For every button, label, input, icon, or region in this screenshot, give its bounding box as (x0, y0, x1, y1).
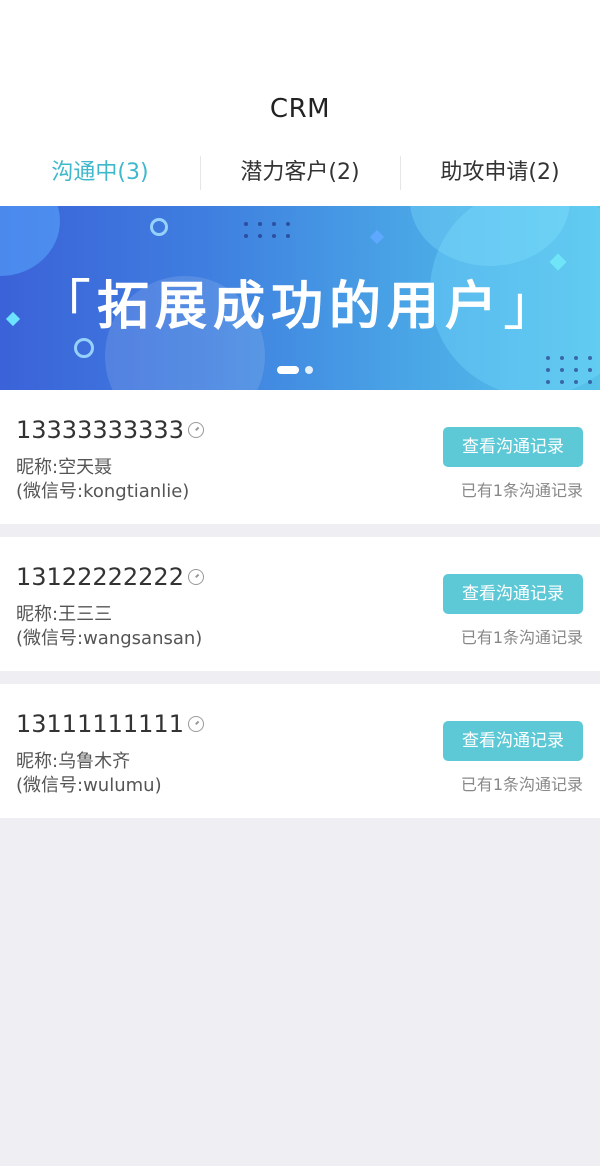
banner-headline: 「拓展成功的用户」 (0, 261, 600, 340)
banner-ring-decoration (150, 218, 168, 236)
contact-phone: 13333333333 (16, 416, 204, 444)
clock-icon (187, 569, 204, 585)
contact-card[interactable]: 13122222222 昵称:王三三 (微信号:wangsansan) 查看沟通… (0, 537, 600, 671)
contact-nickname: 昵称:乌鲁木齐 (16, 751, 131, 772)
clock-icon (187, 422, 204, 438)
view-records-button[interactable]: 查看沟通记录 (443, 574, 583, 614)
contact-phone-number: 13111111111 (16, 710, 184, 738)
banner-bracket-open: 「 (36, 274, 97, 337)
carousel-dot[interactable] (305, 366, 313, 374)
banner-dots-decoration (546, 356, 592, 384)
contact-phone-number: 13333333333 (16, 416, 184, 444)
contact-phone: 13111111111 (16, 710, 204, 738)
banner-dots-decoration (244, 222, 290, 238)
promo-banner[interactable]: 「拓展成功的用户」 (0, 206, 600, 390)
view-records-button[interactable]: 查看沟通记录 (443, 427, 583, 467)
carousel-indicator (277, 366, 313, 374)
contact-wechat: (微信号:wulumu) (16, 775, 162, 796)
contact-card[interactable]: 13111111111 昵称:乌鲁木齐 (微信号:wulumu) 查看沟通记录 … (0, 684, 600, 818)
tab-assist-requests[interactable]: 助攻申请(2) (400, 150, 600, 196)
tab-potential-customers[interactable]: 潜力客户(2) (200, 150, 400, 196)
contact-phone: 13122222222 (16, 563, 204, 591)
banner-ring-decoration (74, 338, 94, 358)
contact-wechat: (微信号:wangsansan) (16, 628, 203, 649)
contact-list: 13333333333 昵称:空天聂 (微信号:kongtianlie) 查看沟… (0, 390, 600, 818)
page-title: CRM (269, 94, 331, 124)
banner-diamond-decoration (369, 229, 385, 245)
contact-nickname: 昵称:王三三 (16, 604, 113, 625)
banner-headline-text: 拓展成功的用户 (96, 277, 503, 337)
records-count: 已有1条沟通记录 (460, 628, 583, 647)
clock-icon (187, 716, 204, 732)
top-bar: CRM 沟通中(3) 潜力客户(2) 助攻申请(2) (0, 0, 600, 206)
contact-wechat: (微信号:kongtianlie) (16, 481, 190, 502)
records-count: 已有1条沟通记录 (460, 775, 583, 794)
view-records-button[interactable]: 查看沟通记录 (443, 721, 583, 761)
tab-communicating[interactable]: 沟通中(3) (0, 150, 200, 196)
banner-bracket-close: 」 (503, 274, 563, 337)
contact-phone-number: 13122222222 (16, 563, 184, 591)
contact-nickname: 昵称:空天聂 (16, 457, 113, 478)
records-count: 已有1条沟通记录 (460, 481, 583, 500)
carousel-dot-active[interactable] (277, 366, 299, 374)
contact-card[interactable]: 13333333333 昵称:空天聂 (微信号:kongtianlie) 查看沟… (0, 390, 600, 524)
tab-bar: 沟通中(3) 潜力客户(2) 助攻申请(2) (0, 150, 600, 196)
